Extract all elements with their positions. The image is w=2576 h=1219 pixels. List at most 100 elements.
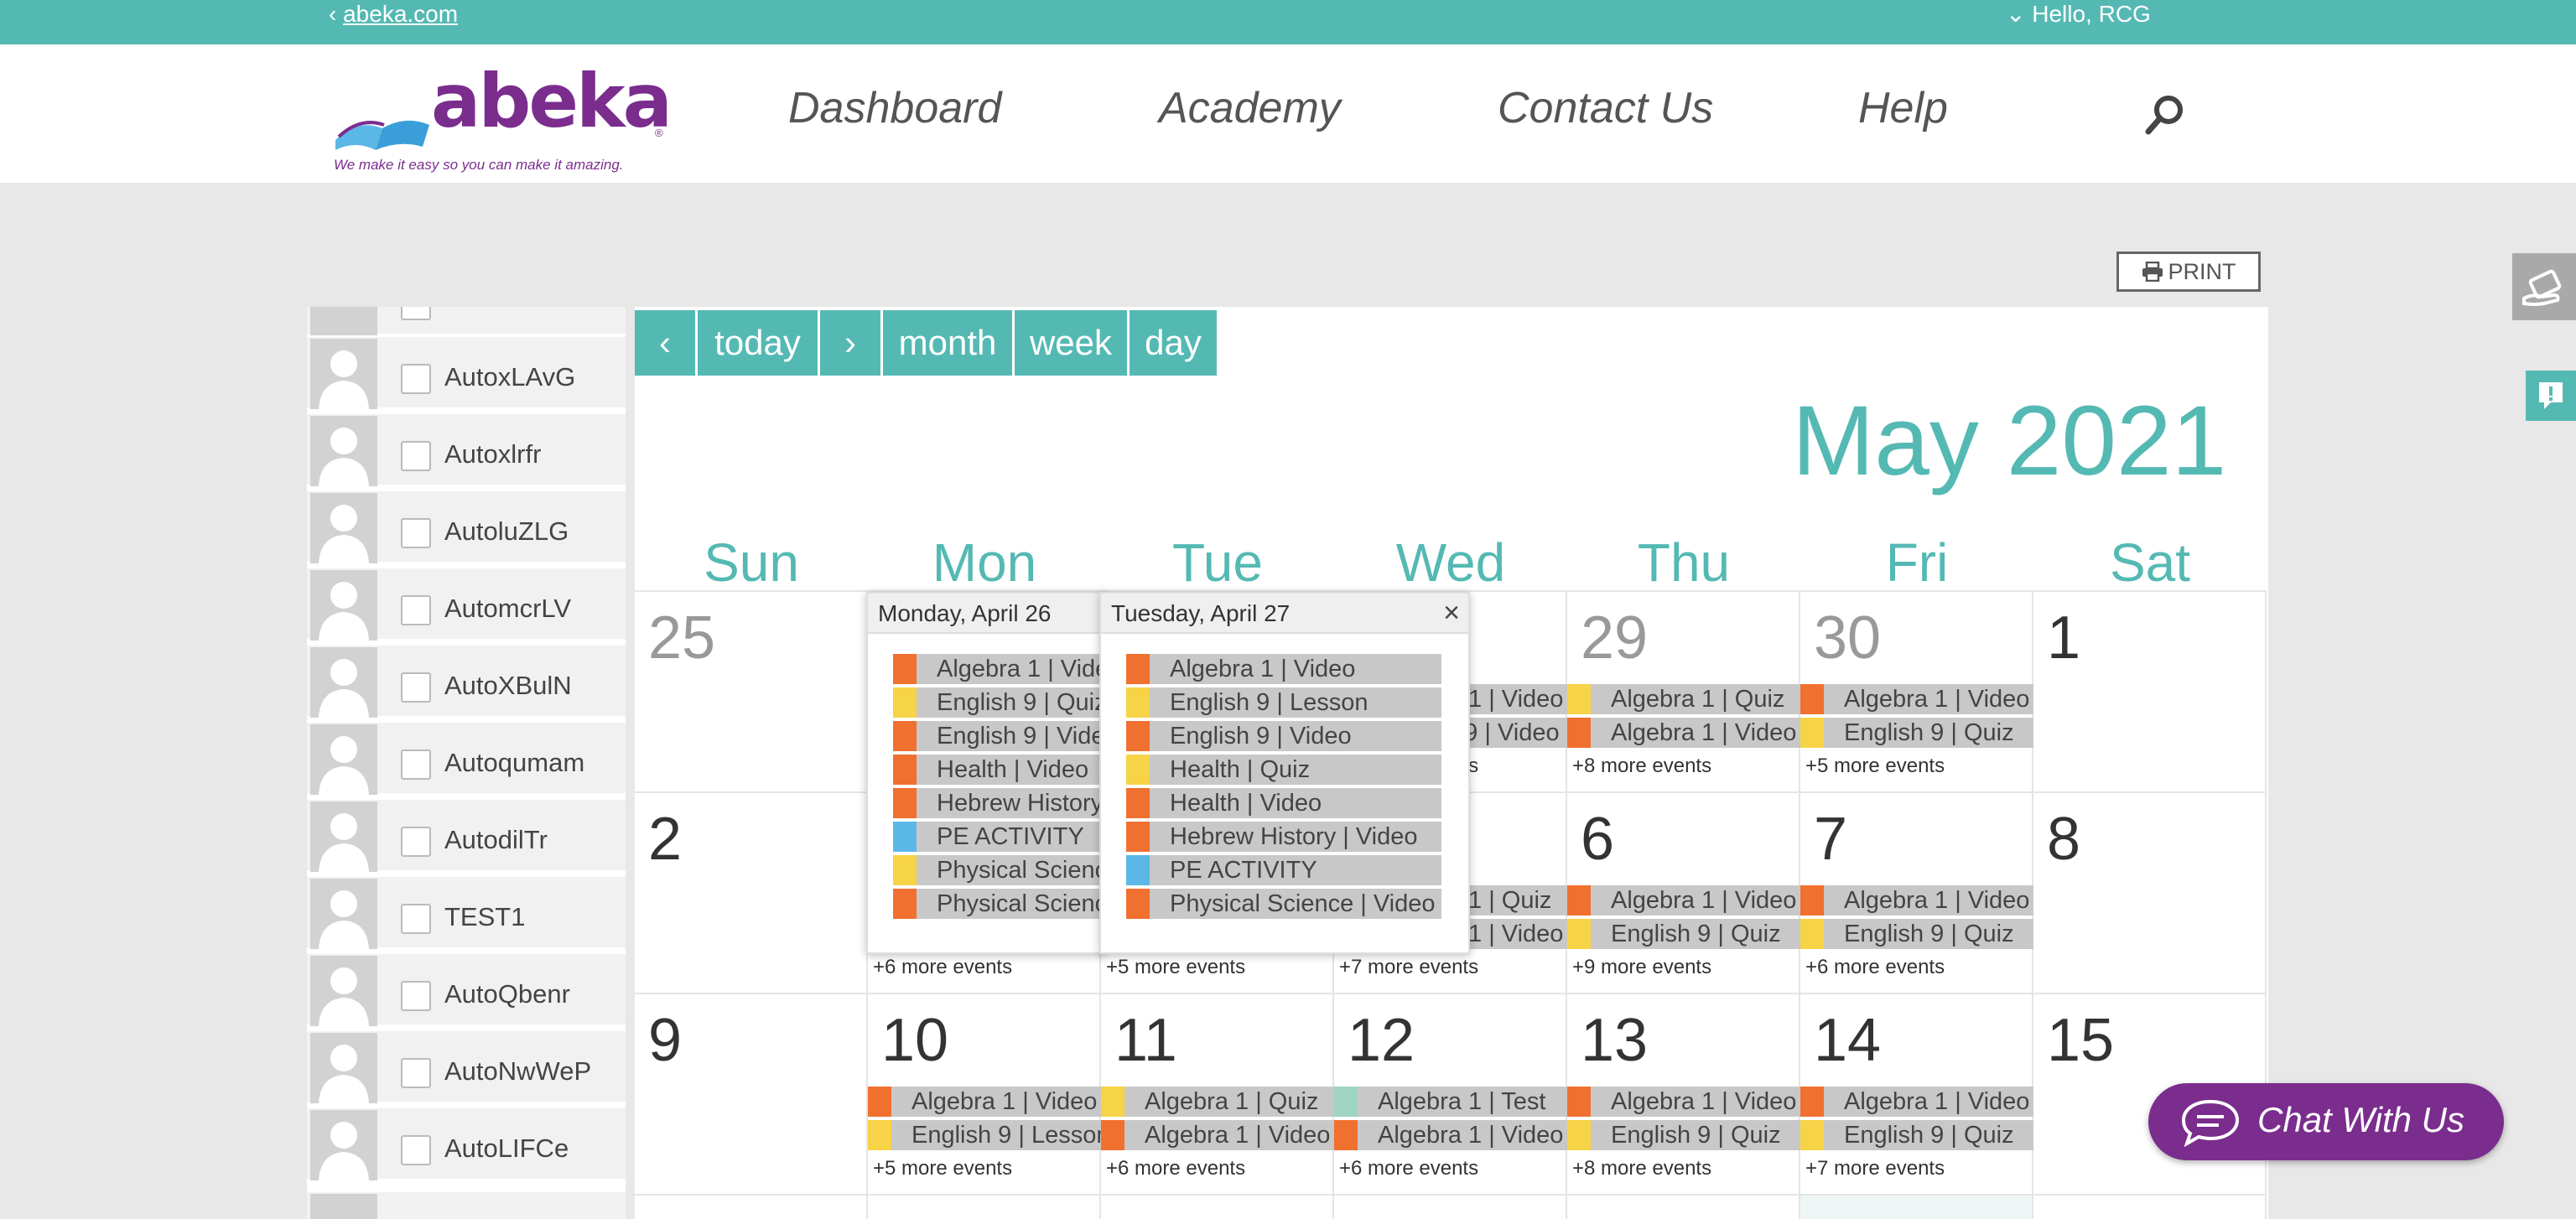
calendar-event[interactable]: Algebra 1 | Video xyxy=(1800,885,2033,916)
side-tool-tab[interactable] xyxy=(2512,253,2576,320)
more-events-link[interactable]: +8 more events xyxy=(1572,755,1711,778)
calendar-day-cell[interactable]: 29 Algebra 1 | Quiz Algebra 1 | Video +8 mo… xyxy=(1567,590,1800,791)
day-number[interactable]: 13 xyxy=(1581,1006,1648,1075)
calendar-day-cell[interactable]: 11 Algebra 1 | Quiz Algebra 1 | Video +6 mo… xyxy=(1101,993,1334,1194)
popover-event[interactable]: Health | Quiz xyxy=(1126,755,1441,785)
back-link-text[interactable]: abeka.com xyxy=(343,1,458,27)
user-checkbox[interactable] xyxy=(401,595,431,625)
user-checkbox[interactable] xyxy=(401,441,431,471)
day-number[interactable]: 29 xyxy=(1581,604,1648,672)
calendar-day-cell[interactable] xyxy=(2033,1194,2267,1219)
day-number[interactable]: 1 xyxy=(2047,604,2080,672)
popover-event[interactable]: Health | Video xyxy=(893,755,1104,785)
calendar-event[interactable]: Algebra 1 | Video xyxy=(868,1087,1101,1117)
more-events-link[interactable]: +9 more events xyxy=(1572,956,1711,979)
popover-event[interactable]: Algebra 1 | Video xyxy=(1126,654,1441,684)
nav-dashboard[interactable]: Dashboard xyxy=(788,83,1001,133)
calendar-event[interactable]: Algebra 1 | Test xyxy=(1334,1087,1567,1117)
user-row[interactable]: AutoQbenr xyxy=(307,954,626,1028)
user-checkbox[interactable] xyxy=(401,1058,431,1088)
more-events-link[interactable]: +6 more events xyxy=(873,956,1012,979)
popover-event[interactable]: PE ACTIVITY xyxy=(1126,855,1441,885)
calendar-event[interactable]: Algebra 1 | Video xyxy=(1800,1087,2033,1117)
calendar-day-cell[interactable] xyxy=(635,1194,868,1219)
calendar-event[interactable]: Algebra 1 | Video xyxy=(1101,1120,1334,1150)
popover-event[interactable]: PE ACTIVITY xyxy=(893,822,1104,852)
calendar-day-cell[interactable] xyxy=(1101,1194,1334,1219)
calendar-day-cell[interactable]: 25 xyxy=(635,590,868,791)
chat-button[interactable]: Chat With Us xyxy=(2148,1083,2504,1160)
popover-event[interactable]: English 9 | Quiz xyxy=(893,687,1104,718)
more-events-link[interactable]: +7 more events xyxy=(1339,956,1478,979)
day-number[interactable]: 25 xyxy=(648,604,715,672)
user-row[interactable]: Autoqumam xyxy=(307,723,626,796)
popover-event[interactable]: English 9 | Video xyxy=(893,721,1104,751)
calendar-event[interactable]: Algebra 1 | Video xyxy=(1800,684,2033,714)
user-checkbox[interactable] xyxy=(401,518,431,548)
user-checkbox[interactable] xyxy=(401,307,431,320)
more-events-link[interactable]: +6 more events xyxy=(1805,956,1945,979)
calendar-event[interactable]: Algebra 1 | Video xyxy=(1567,1087,1800,1117)
calendar-event[interactable]: English 9 | Quiz xyxy=(1800,1120,2033,1150)
more-events-link[interactable]: +7 more events xyxy=(1805,1157,1945,1180)
calendar-day-cell[interactable] xyxy=(868,1194,1101,1219)
calendar-day-cell[interactable] xyxy=(1567,1194,1800,1219)
prev-button[interactable]: ‹ xyxy=(635,310,695,376)
day-number[interactable]: 10 xyxy=(881,1006,948,1075)
calendar-event[interactable]: Algebra 1 | Video xyxy=(1567,885,1800,916)
day-number[interactable]: 11 xyxy=(1114,1006,1177,1075)
more-events-link[interactable]: +5 more events xyxy=(873,1157,1012,1180)
day-number[interactable]: 2 xyxy=(648,805,682,874)
today-button[interactable]: today xyxy=(698,310,818,376)
user-row[interactable]: AutodilTr xyxy=(307,800,626,874)
calendar-day-cell[interactable]: 12 Algebra 1 | Test Algebra 1 | Video +6 mo… xyxy=(1334,993,1567,1194)
close-icon[interactable]: × xyxy=(1443,597,1460,630)
calendar-event[interactable]: Algebra 1 | Video xyxy=(1567,718,1800,748)
calendar-day-cell[interactable]: 1 xyxy=(2033,590,2267,791)
back-link[interactable]: ‹ abeka.com xyxy=(329,0,458,29)
popover-event[interactable]: Algebra 1 | Video xyxy=(893,654,1104,684)
user-row-partial[interactable] xyxy=(307,1192,626,1219)
day-number[interactable]: 7 xyxy=(1814,805,1847,874)
calendar-day-cell[interactable]: 8 xyxy=(2033,791,2267,993)
calendar-event[interactable]: Algebra 1 | Quiz xyxy=(1567,684,1800,714)
calendar-event[interactable]: English 9 | Quiz xyxy=(1567,1120,1800,1150)
user-checkbox[interactable] xyxy=(401,750,431,780)
calendar-event[interactable]: English 9 | Quiz xyxy=(1800,718,2033,748)
day-number[interactable]: 15 xyxy=(2047,1006,2114,1075)
calendar-day-cell[interactable]: 14 Algebra 1 | Video English 9 | Quiz +7 mo… xyxy=(1800,993,2033,1194)
calendar-day-cell[interactable]: 6 Algebra 1 | Video English 9 | Quiz +9 mor… xyxy=(1567,791,1800,993)
calendar-day-cell[interactable] xyxy=(1800,1194,2033,1219)
calendar-day-cell[interactable]: 7 Algebra 1 | Video English 9 | Quiz +6 mor… xyxy=(1800,791,2033,993)
more-events-link[interactable]: +8 more events xyxy=(1572,1157,1711,1180)
popover-event[interactable]: English 9 | Video xyxy=(1126,721,1441,751)
day-number[interactable]: 12 xyxy=(1348,1006,1415,1075)
more-events-link[interactable]: +5 more events xyxy=(1805,755,1945,778)
month-view-button[interactable]: month xyxy=(883,310,1012,376)
day-number[interactable]: 9 xyxy=(648,1006,682,1075)
week-view-button[interactable]: week xyxy=(1015,310,1127,376)
day-number[interactable]: 6 xyxy=(1581,805,1614,874)
print-button[interactable]: PRINT xyxy=(2116,252,2261,292)
popover-event[interactable]: Physical Science xyxy=(893,855,1104,885)
popover-event[interactable]: Health | Video xyxy=(1126,788,1441,818)
abeka-logo[interactable]: abeka ® We make it easy so you can make … xyxy=(332,58,684,173)
calendar-event[interactable]: Algebra 1 | Video xyxy=(1334,1120,1567,1150)
calendar-day-cell[interactable]: 13 Algebra 1 | Video English 9 | Quiz +8 mo… xyxy=(1567,993,1800,1194)
day-view-button[interactable]: day xyxy=(1130,310,1217,376)
user-checkbox[interactable] xyxy=(401,827,431,857)
nav-help[interactable]: Help xyxy=(1858,83,1948,133)
user-row[interactable]: AutoNwWeP xyxy=(307,1031,626,1105)
user-checkbox[interactable] xyxy=(401,364,431,394)
user-row[interactable]: TEST1 xyxy=(307,877,626,951)
nav-academy[interactable]: Academy xyxy=(1159,83,1341,133)
more-events-link[interactable]: +6 more events xyxy=(1339,1157,1478,1180)
calendar-day-cell[interactable]: 10 Algebra 1 | Video English 9 | Lesson +5 … xyxy=(868,993,1101,1194)
calendar-event[interactable]: Algebra 1 | Quiz xyxy=(1101,1087,1334,1117)
calendar-day-cell[interactable]: 9 xyxy=(635,993,868,1194)
calendar-event[interactable]: English 9 | Quiz xyxy=(1800,919,2033,949)
calendar-day-cell[interactable]: 2 xyxy=(635,791,868,993)
day-number[interactable]: 30 xyxy=(1814,604,1881,672)
user-checkbox[interactable] xyxy=(401,672,431,703)
user-row[interactable]: AutoXBulN xyxy=(307,646,626,719)
